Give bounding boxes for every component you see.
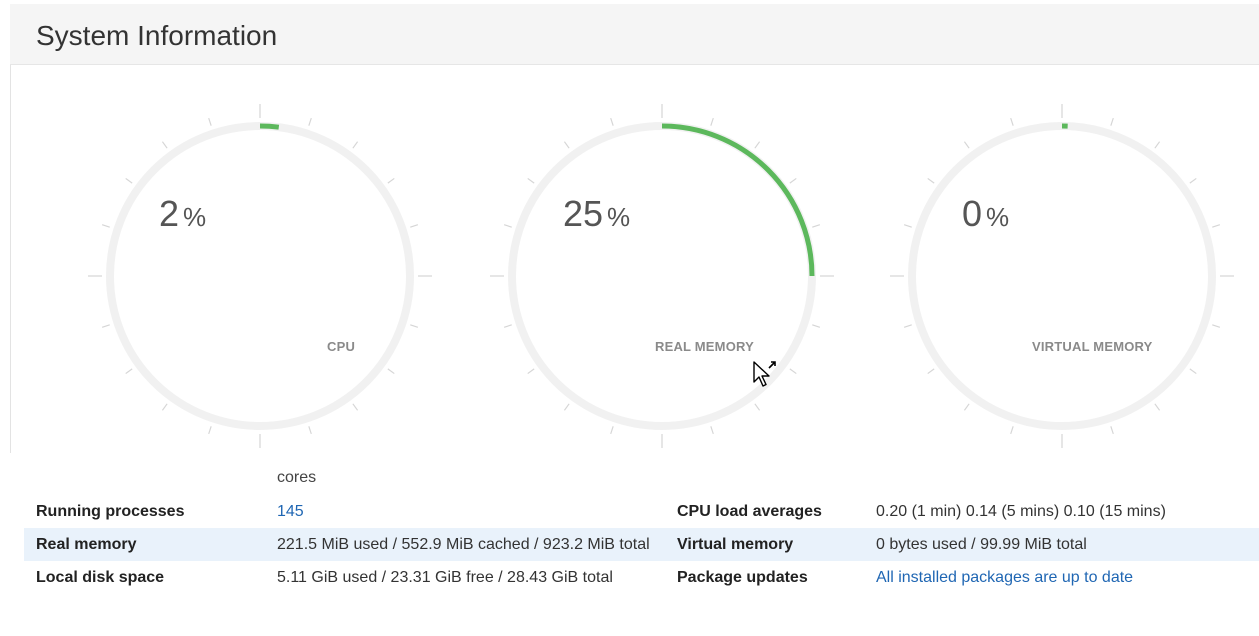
gauge-tick (1154, 403, 1161, 411)
gauge-tick (903, 324, 912, 328)
system-info-table-section: cores Running processes 145 CPU load ave… (0, 455, 1259, 636)
panel-header: System Information (10, 4, 1259, 65)
gauge-real-memory-percent: 25% (563, 193, 631, 234)
gauge-virtual-memory-unit: % (986, 202, 1010, 232)
gauge-real-memory-arc (661, 123, 815, 277)
gauge-tick (789, 177, 797, 184)
gauge-tick (754, 141, 761, 149)
row-label-cpu-load: CPU load averages (677, 503, 822, 520)
table-row: Local disk space 5.11 GiB used / 23.31 G… (24, 561, 1259, 594)
gauge-tick (503, 324, 512, 328)
gauge-tick (812, 324, 821, 328)
gauge-tick (1010, 117, 1014, 126)
gauge-tick (387, 368, 395, 375)
row-value-local-disk: 5.11 GiB used / 23.31 GiB free / 28.43 G… (277, 569, 613, 586)
gauge-tick (125, 368, 133, 375)
gauge-virtual-memory-dial (890, 104, 1234, 448)
table-row: Running processes 145 CPU load averages … (24, 495, 1259, 528)
gauge-cpu-label: CPU (327, 339, 356, 354)
gauge-tick (208, 426, 212, 435)
row-label-virtual-memory: Virtual memory (665, 528, 864, 561)
gauge-tick (208, 117, 212, 126)
table-row: Real memory 221.5 MiB used / 552.9 MiB c… (24, 528, 1259, 561)
gauge-tick (352, 141, 359, 149)
page-title: System Information (36, 20, 278, 51)
gauge-tick (101, 224, 110, 228)
gauge-tick (352, 403, 359, 411)
gauge-virtual-memory: 0% VIRTUAL MEMORY (890, 104, 1234, 448)
gauge-cpu-dial (88, 104, 432, 448)
row-value-running-processes: 145 (265, 495, 665, 528)
gauge-cpu-arc (259, 123, 280, 130)
gauge-tick (789, 368, 797, 375)
gauge-virtual-memory-percent: 0% (962, 193, 1010, 234)
gauge-tick (1110, 426, 1114, 435)
gauge-tick (710, 426, 714, 435)
gauges-row: 2% CPU 25% REAL MEMORY 0% VIRTUAL MEMORY (0, 65, 1259, 455)
gauge-tick (410, 224, 419, 228)
gauge-cpu-percent: 2% (159, 193, 207, 234)
gauge-tick (527, 177, 535, 184)
gauge-cpu-unit: % (183, 202, 207, 232)
gauge-tick (927, 368, 935, 375)
gauge-tick (710, 117, 714, 126)
gauge-tick (308, 426, 312, 435)
gauge-tick (308, 117, 312, 126)
running-processes-link[interactable]: 145 (277, 503, 304, 520)
gauge-tick (1189, 177, 1197, 184)
gauge-cpu: 2% CPU (88, 104, 432, 448)
gauge-tick (610, 117, 614, 126)
gauge-real-memory-dial (490, 104, 834, 448)
gauge-real-memory-label: REAL MEMORY (655, 339, 754, 354)
gauge-tick (101, 324, 110, 328)
gauge-tick (927, 177, 935, 184)
gauge-tick (1189, 368, 1197, 375)
gauge-real-memory-unit: % (607, 202, 631, 232)
gauge-tick (1212, 224, 1221, 228)
gauge-real-memory: 25% REAL MEMORY (490, 104, 834, 448)
system-info-table: Running processes 145 CPU load averages … (24, 495, 1259, 594)
row-value-virtual-memory: 0 bytes used / 99.99 MiB total (864, 528, 1259, 561)
gauge-tick (963, 141, 970, 149)
gauge-tick (1154, 141, 1161, 149)
row-label-running-processes: Running processes (36, 503, 185, 520)
row-label-real-memory: Real memory (24, 528, 265, 561)
gauge-tick (963, 403, 970, 411)
gauge-tick (527, 368, 535, 375)
gauge-tick (812, 224, 821, 228)
gauge-tick (161, 141, 168, 149)
gauge-tick (610, 426, 614, 435)
gauge-tick (410, 324, 419, 328)
gauge-virtual-memory-label: VIRTUAL MEMORY (1032, 339, 1153, 354)
gauge-tick (125, 177, 133, 184)
gauge-tick (387, 177, 395, 184)
mouse-cursor-icon (753, 361, 776, 387)
row-value-real-memory: 221.5 MiB used / 552.9 MiB cached / 923.… (265, 528, 665, 561)
row-value-cpu-load: 0.20 (1 min) 0.14 (5 mins) 0.10 (15 mins… (876, 503, 1166, 520)
gauge-tick (503, 224, 512, 228)
gauge-tick (563, 141, 570, 149)
gauge-tick (1110, 117, 1114, 126)
gauge-tick (1212, 324, 1221, 328)
gauge-tick (754, 403, 761, 411)
gauge-tick (563, 403, 570, 411)
gauge-tick (903, 224, 912, 228)
gauge-tick (1010, 426, 1014, 435)
gauge-tick (161, 403, 168, 411)
row-label-package-updates: Package updates (677, 569, 808, 586)
row-value-package-updates: All installed packages are up to date (864, 561, 1259, 594)
cut-off-text: cores (277, 469, 317, 486)
package-updates-link[interactable]: All installed packages are up to date (876, 569, 1133, 586)
row-label-local-disk: Local disk space (36, 569, 165, 586)
